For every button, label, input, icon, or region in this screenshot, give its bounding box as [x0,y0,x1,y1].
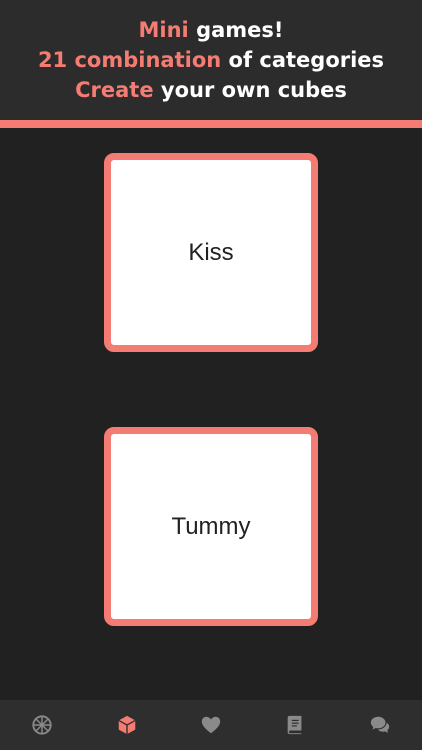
tab-bar [0,700,422,750]
promo-header: Mini games! 21 combination of categories… [0,0,422,122]
cube-label: Kiss [188,238,234,266]
chat-icon [370,716,389,733]
promo-line-mini-games: Mini games! [0,18,422,42]
promo-text: your own cubes [153,78,347,102]
heart-icon [201,716,221,734]
cube-label: Tummy [171,512,251,540]
tab-favorites[interactable] [189,703,233,747]
promo-line-combinations: 21 combination of categories [0,48,422,72]
dice-cube-body-part[interactable]: Tummy [104,427,318,626]
promo-text: games! [188,18,284,42]
dice-cube-action[interactable]: Kiss [104,153,318,352]
wheel-icon [32,715,52,735]
promo-line-create: Create your own cubes [0,78,422,102]
book-icon [288,715,302,735]
promo-accent-text: Create [75,78,154,102]
cube-icon [117,715,136,735]
promo-accent-text: Mini [138,18,189,42]
tab-guide[interactable] [273,703,317,747]
promo-accent-text: 21 combination [37,48,222,72]
tab-chat[interactable] [358,703,402,747]
header-divider [0,120,422,128]
promo-text: of categories [221,48,385,72]
tab-cubes[interactable] [105,703,149,747]
tab-wheel[interactable] [20,703,64,747]
